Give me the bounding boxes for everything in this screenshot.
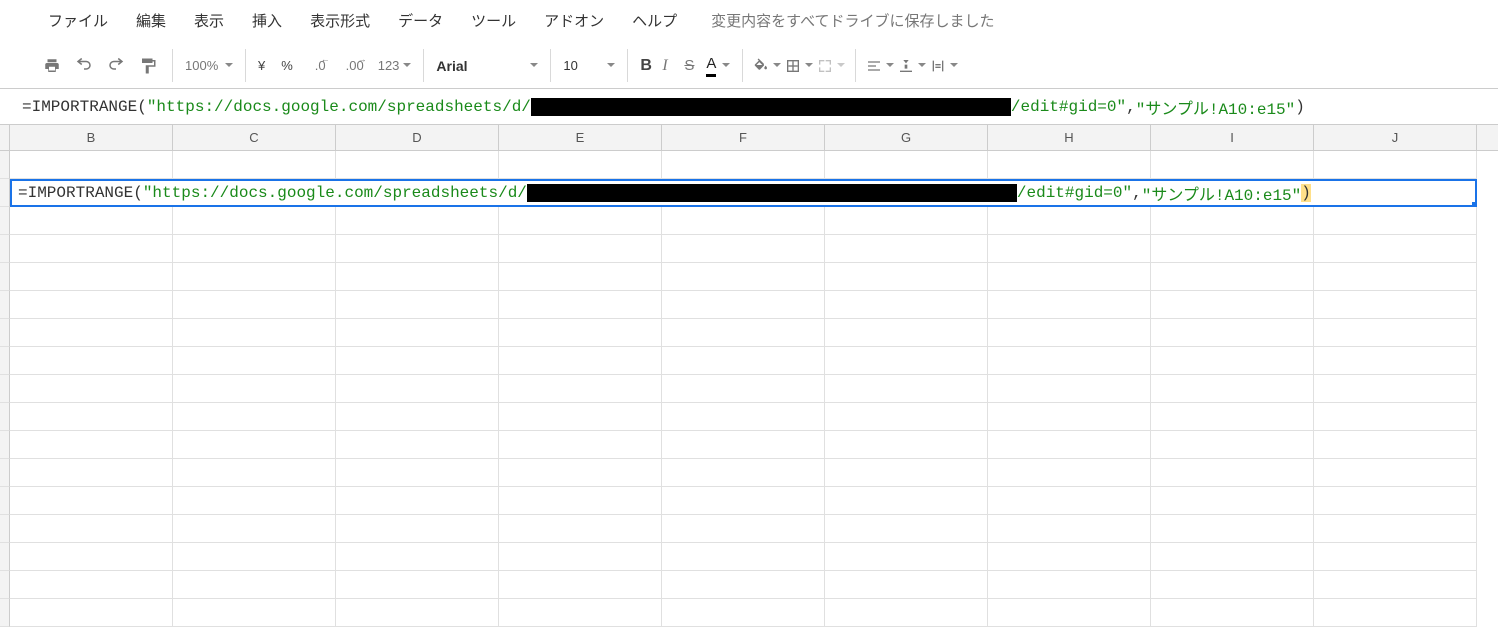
print-icon[interactable]	[38, 52, 66, 80]
toolbar: 100% ¥ % .0← .00→ 123 Arial 10 B I S A	[0, 45, 1498, 89]
text-wrap-icon[interactable]	[930, 52, 958, 80]
menu-insert[interactable]: 挿入	[238, 4, 296, 37]
cell-formula-arg1b: /edit#gid=0"	[1017, 184, 1132, 202]
bold-button[interactable]: B	[636, 57, 658, 75]
redo-icon[interactable]	[102, 52, 130, 80]
font-size-select[interactable]: 10	[559, 58, 619, 73]
active-cell-editor[interactable]: =IMPORTRANGE("https://docs.google.com/sp…	[10, 179, 1477, 207]
cell-formula-arg2: "サンプル!A10:e15"	[1142, 181, 1302, 205]
borders-icon[interactable]	[785, 52, 813, 80]
col-header[interactable]: J	[1314, 125, 1477, 150]
cell-formula-prefix: =IMPORTRANGE(	[18, 184, 143, 202]
strikethrough-button[interactable]: S	[680, 57, 702, 74]
col-header[interactable]: H	[988, 125, 1151, 150]
col-header[interactable]: E	[499, 125, 662, 150]
decrease-decimal-button[interactable]: .0←	[311, 58, 330, 73]
menu-view[interactable]: 表示	[180, 4, 238, 37]
select-all-corner[interactable]	[0, 125, 10, 150]
col-header[interactable]: B	[10, 125, 173, 150]
menu-tools[interactable]: ツール	[457, 4, 530, 37]
fill-color-icon[interactable]	[753, 52, 781, 80]
cell-formula-sep: ,	[1132, 184, 1142, 202]
col-header[interactable]: F	[662, 125, 825, 150]
menu-help[interactable]: ヘルプ	[618, 4, 691, 37]
menu-format[interactable]: 表示形式	[296, 4, 384, 37]
merge-cells-icon[interactable]	[817, 52, 845, 80]
formula-bar[interactable]: =IMPORTRANGE("https://docs.google.com/sp…	[0, 89, 1498, 125]
menu-bar: ファイル 編集 表示 挿入 表示形式 データ ツール アドオン ヘルプ 変更内容…	[0, 0, 1498, 45]
formula-redacted	[531, 98, 1011, 116]
number-format-select[interactable]: 123	[374, 58, 416, 73]
font-size-value: 10	[563, 58, 577, 73]
cell-formula-suffix: )	[1301, 184, 1311, 202]
menu-edit[interactable]: 編集	[122, 4, 180, 37]
percent-button[interactable]: %	[277, 58, 297, 73]
zoom-select[interactable]: 100%	[181, 58, 237, 73]
menu-data[interactable]: データ	[384, 4, 457, 37]
col-header[interactable]: D	[336, 125, 499, 150]
cell-formula-arg1a: "https://docs.google.com/spreadsheets/d/	[143, 184, 527, 202]
formula-arg2: "サンプル!A10:e15"	[1136, 95, 1296, 119]
zoom-value: 100%	[185, 58, 218, 73]
undo-icon[interactable]	[70, 52, 98, 80]
formula-sep: ,	[1126, 98, 1136, 116]
menu-addons[interactable]: アドオン	[530, 4, 618, 37]
text-color-button[interactable]: A	[702, 55, 734, 77]
formula-arg1b: /edit#gid=0"	[1011, 98, 1126, 116]
formula-arg1a: "https://docs.google.com/spreadsheets/d/	[147, 98, 531, 116]
formula-prefix: =IMPORTRANGE(	[22, 98, 147, 116]
increase-decimal-button[interactable]: .00→	[342, 58, 368, 73]
spreadsheet-grid[interactable]: =IMPORTRANGE("https://docs.google.com/sp…	[0, 151, 1498, 627]
italic-button[interactable]: I	[658, 57, 680, 75]
font-value: Arial	[436, 58, 467, 74]
font-select[interactable]: Arial	[432, 58, 542, 74]
cell-formula-redacted	[527, 184, 1017, 202]
save-status: 変更内容をすべてドライブに保存しました	[711, 10, 994, 31]
col-header[interactable]: G	[825, 125, 988, 150]
menu-file[interactable]: ファイル	[34, 4, 122, 37]
vertical-align-icon[interactable]	[898, 52, 926, 80]
horizontal-align-icon[interactable]	[866, 52, 894, 80]
currency-button[interactable]: ¥	[254, 58, 269, 73]
formula-suffix: )	[1295, 98, 1305, 116]
paint-format-icon[interactable]	[134, 52, 162, 80]
col-header[interactable]: I	[1151, 125, 1314, 150]
fill-handle[interactable]	[1472, 202, 1477, 207]
column-header-row: B C D E F G H I J	[0, 125, 1498, 151]
col-header[interactable]: C	[173, 125, 336, 150]
